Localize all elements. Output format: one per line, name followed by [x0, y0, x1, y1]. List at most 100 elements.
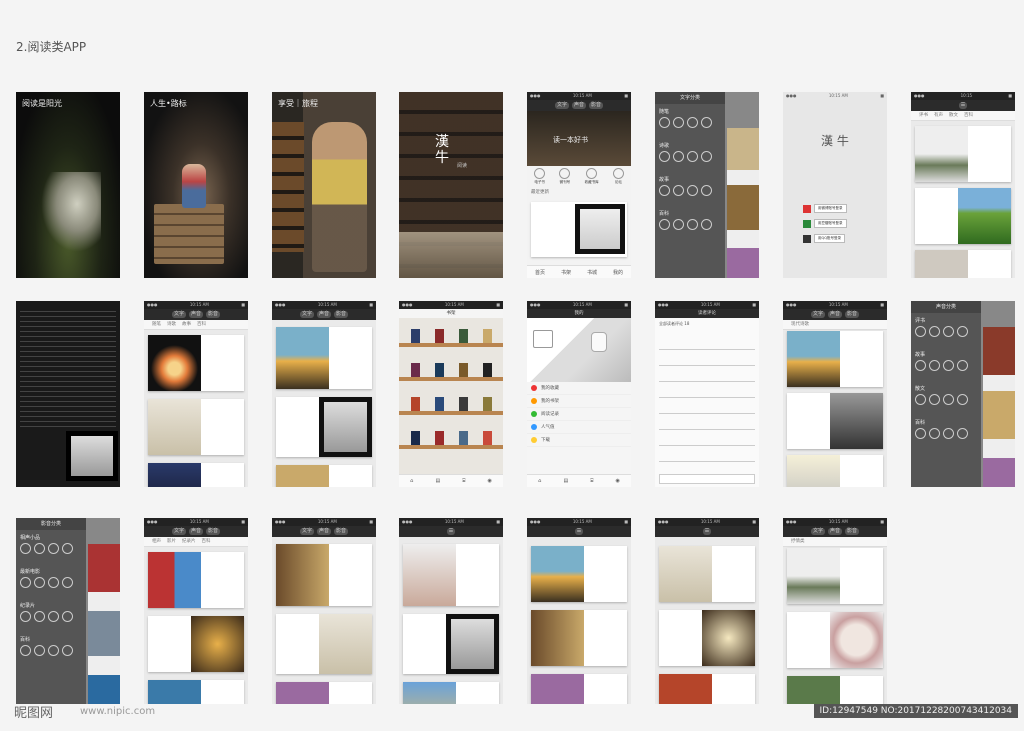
status-bar: ●●● 10:15 AM ■ — [783, 518, 887, 526]
reading-screen — [16, 301, 120, 487]
book[interactable] — [435, 329, 444, 343]
status-bar: ●●● 10:15 AM ■ — [783, 92, 887, 100]
article-card[interactable] — [915, 250, 1011, 278]
shelf — [399, 411, 503, 415]
article-card[interactable] — [787, 393, 883, 449]
article-card[interactable] — [531, 546, 627, 602]
video-menu: 影音分类 相声小品 最新电影 纪录片 百科 — [16, 518, 86, 704]
logo-screen: 漢 牛 阅读 — [399, 92, 503, 278]
book[interactable] — [411, 329, 420, 343]
profile-header — [527, 318, 631, 382]
article-card[interactable] — [403, 682, 499, 704]
status-bar: ●●● 10:15 AM ■ — [144, 301, 248, 309]
status-bar: ●●● 10:15 AM ■ — [655, 518, 759, 526]
app-logo-sub: 阅读 — [457, 163, 468, 169]
douban-login-button[interactable]: 用豆瓣账号登录 — [803, 219, 847, 228]
article-card[interactable] — [148, 616, 244, 672]
icon-wechat[interactable]: 微刊号 — [559, 168, 571, 185]
profile-screen: ●●● 10:15 AM ■ 我的 我的收藏 我的书架 阅读记录 人气值 下载 ⌂ ▤… — [527, 301, 631, 487]
article-card[interactable] — [659, 674, 755, 704]
splash-title: 阅读是阳光 — [22, 99, 62, 108]
profile-row[interactable]: 我的收藏 — [527, 382, 631, 395]
article-card[interactable] — [276, 614, 372, 674]
icon-library[interactable]: 收藏书库 — [585, 168, 599, 185]
article-card[interactable] — [531, 674, 627, 704]
profile-row[interactable]: 人气值 — [527, 421, 631, 434]
article-card[interactable] — [915, 188, 1011, 244]
video-menu-screen: 影音分类 相声小品 最新电影 纪录片 百科 — [16, 518, 120, 704]
qq-login-button[interactable]: 用QQ账号登录 — [803, 234, 847, 243]
page-title: 2.阅读类APP — [16, 40, 87, 54]
tab-video[interactable]: 影音 — [589, 102, 604, 109]
article-card[interactable] — [276, 682, 372, 704]
book[interactable] — [435, 363, 444, 377]
tabbar-shelf[interactable]: 书架 — [561, 269, 571, 276]
book[interactable] — [435, 397, 444, 411]
article-card[interactable] — [531, 610, 627, 666]
article-card[interactable] — [276, 327, 372, 389]
menu-title: 影音分类 — [16, 518, 86, 530]
login-logo: 漢 牛 — [821, 134, 849, 148]
comment-input[interactable] — [659, 474, 755, 484]
article-card[interactable] — [148, 680, 244, 704]
article-card[interactable] — [787, 331, 883, 387]
article-card[interactable] — [276, 397, 372, 457]
login-screen: ●●● 10:15 AM ■ 漢 牛 用微博账号登录 用豆瓣账号登录 用QQ账号登录 — [783, 92, 887, 278]
splash-title: 人生•路标 — [150, 99, 187, 108]
profile-row[interactable]: 阅读记录 — [527, 408, 631, 421]
article-card[interactable] — [787, 455, 883, 487]
article-card[interactable] — [787, 676, 883, 704]
icon-ebook[interactable]: 电子书 — [534, 168, 546, 185]
tabbar-store[interactable]: 书城 — [587, 269, 597, 276]
article-card[interactable] — [787, 612, 883, 668]
menu-title: 文字分类 — [655, 92, 725, 104]
status-bar: ●●● 10:15 AM ■ — [144, 518, 248, 526]
menu-title: 声音分类 — [911, 301, 981, 313]
book[interactable] — [411, 363, 420, 377]
list-screen-f: ●●● 10:15 AM ■ 文字 声音 影音 — [272, 518, 376, 704]
profile-row[interactable]: 下载 — [527, 434, 631, 447]
category-menu-screen: 文字分类 随笔 诗歌 故事 百科 — [655, 92, 759, 278]
status-bar: ●●● 10:15 AM ■ — [527, 301, 631, 309]
book[interactable] — [483, 397, 492, 411]
article-card[interactable] — [148, 463, 244, 487]
article-card[interactable] — [276, 465, 372, 487]
article-card[interactable] — [148, 552, 244, 608]
list-screen-e: ●●● 10:15 AM ■ 文字 声音 影音 相声 影片 纪录片 百科 — [144, 518, 248, 704]
book[interactable] — [483, 431, 492, 445]
article-card[interactable] — [915, 126, 1011, 182]
tab-sound[interactable]: 声音 — [571, 102, 586, 109]
tabbar-me[interactable]: 我的 — [613, 269, 623, 276]
menu-section: 最新电影 — [20, 569, 41, 575]
article-card[interactable] — [403, 614, 499, 674]
top-nav: ☰ — [911, 100, 1015, 111]
book[interactable] — [483, 363, 492, 377]
book[interactable] — [411, 397, 420, 411]
article-card[interactable] — [403, 544, 499, 606]
book[interactable] — [459, 329, 468, 343]
article-card[interactable] — [659, 610, 755, 666]
article-card[interactable] — [148, 335, 244, 391]
list-screen-d: ●●● 10:15 AM ■ 文字 声音 影音 现代诗歌 — [783, 301, 887, 487]
book[interactable] — [459, 363, 468, 377]
bookshelf-title: 书架 — [399, 309, 503, 318]
article-card[interactable] — [148, 399, 244, 455]
book[interactable] — [411, 431, 420, 445]
status-bar: ●●● 10:15 AM ■ — [399, 301, 503, 309]
book[interactable] — [459, 397, 468, 411]
weibo-login-button[interactable]: 用微博账号登录 — [803, 204, 847, 213]
article-card[interactable] — [276, 544, 372, 606]
book[interactable] — [483, 329, 492, 343]
tabbar-home[interactable]: 首页 — [535, 269, 545, 276]
icon-forum[interactable]: 论坛 — [612, 168, 624, 185]
app-logo: 漢 牛 — [435, 134, 449, 166]
book[interactable] — [435, 431, 444, 445]
profile-row[interactable]: 我的书架 — [527, 395, 631, 408]
tab-text[interactable]: 文字 — [554, 102, 569, 109]
article-card[interactable] — [659, 546, 755, 602]
top-nav: ☰ — [527, 526, 631, 537]
feature-card[interactable] — [531, 202, 627, 257]
sound-menu-screen: 声音分类 评书 故事 散文 百科 — [911, 301, 1015, 487]
article-card[interactable] — [787, 548, 883, 604]
book[interactable] — [459, 431, 468, 445]
